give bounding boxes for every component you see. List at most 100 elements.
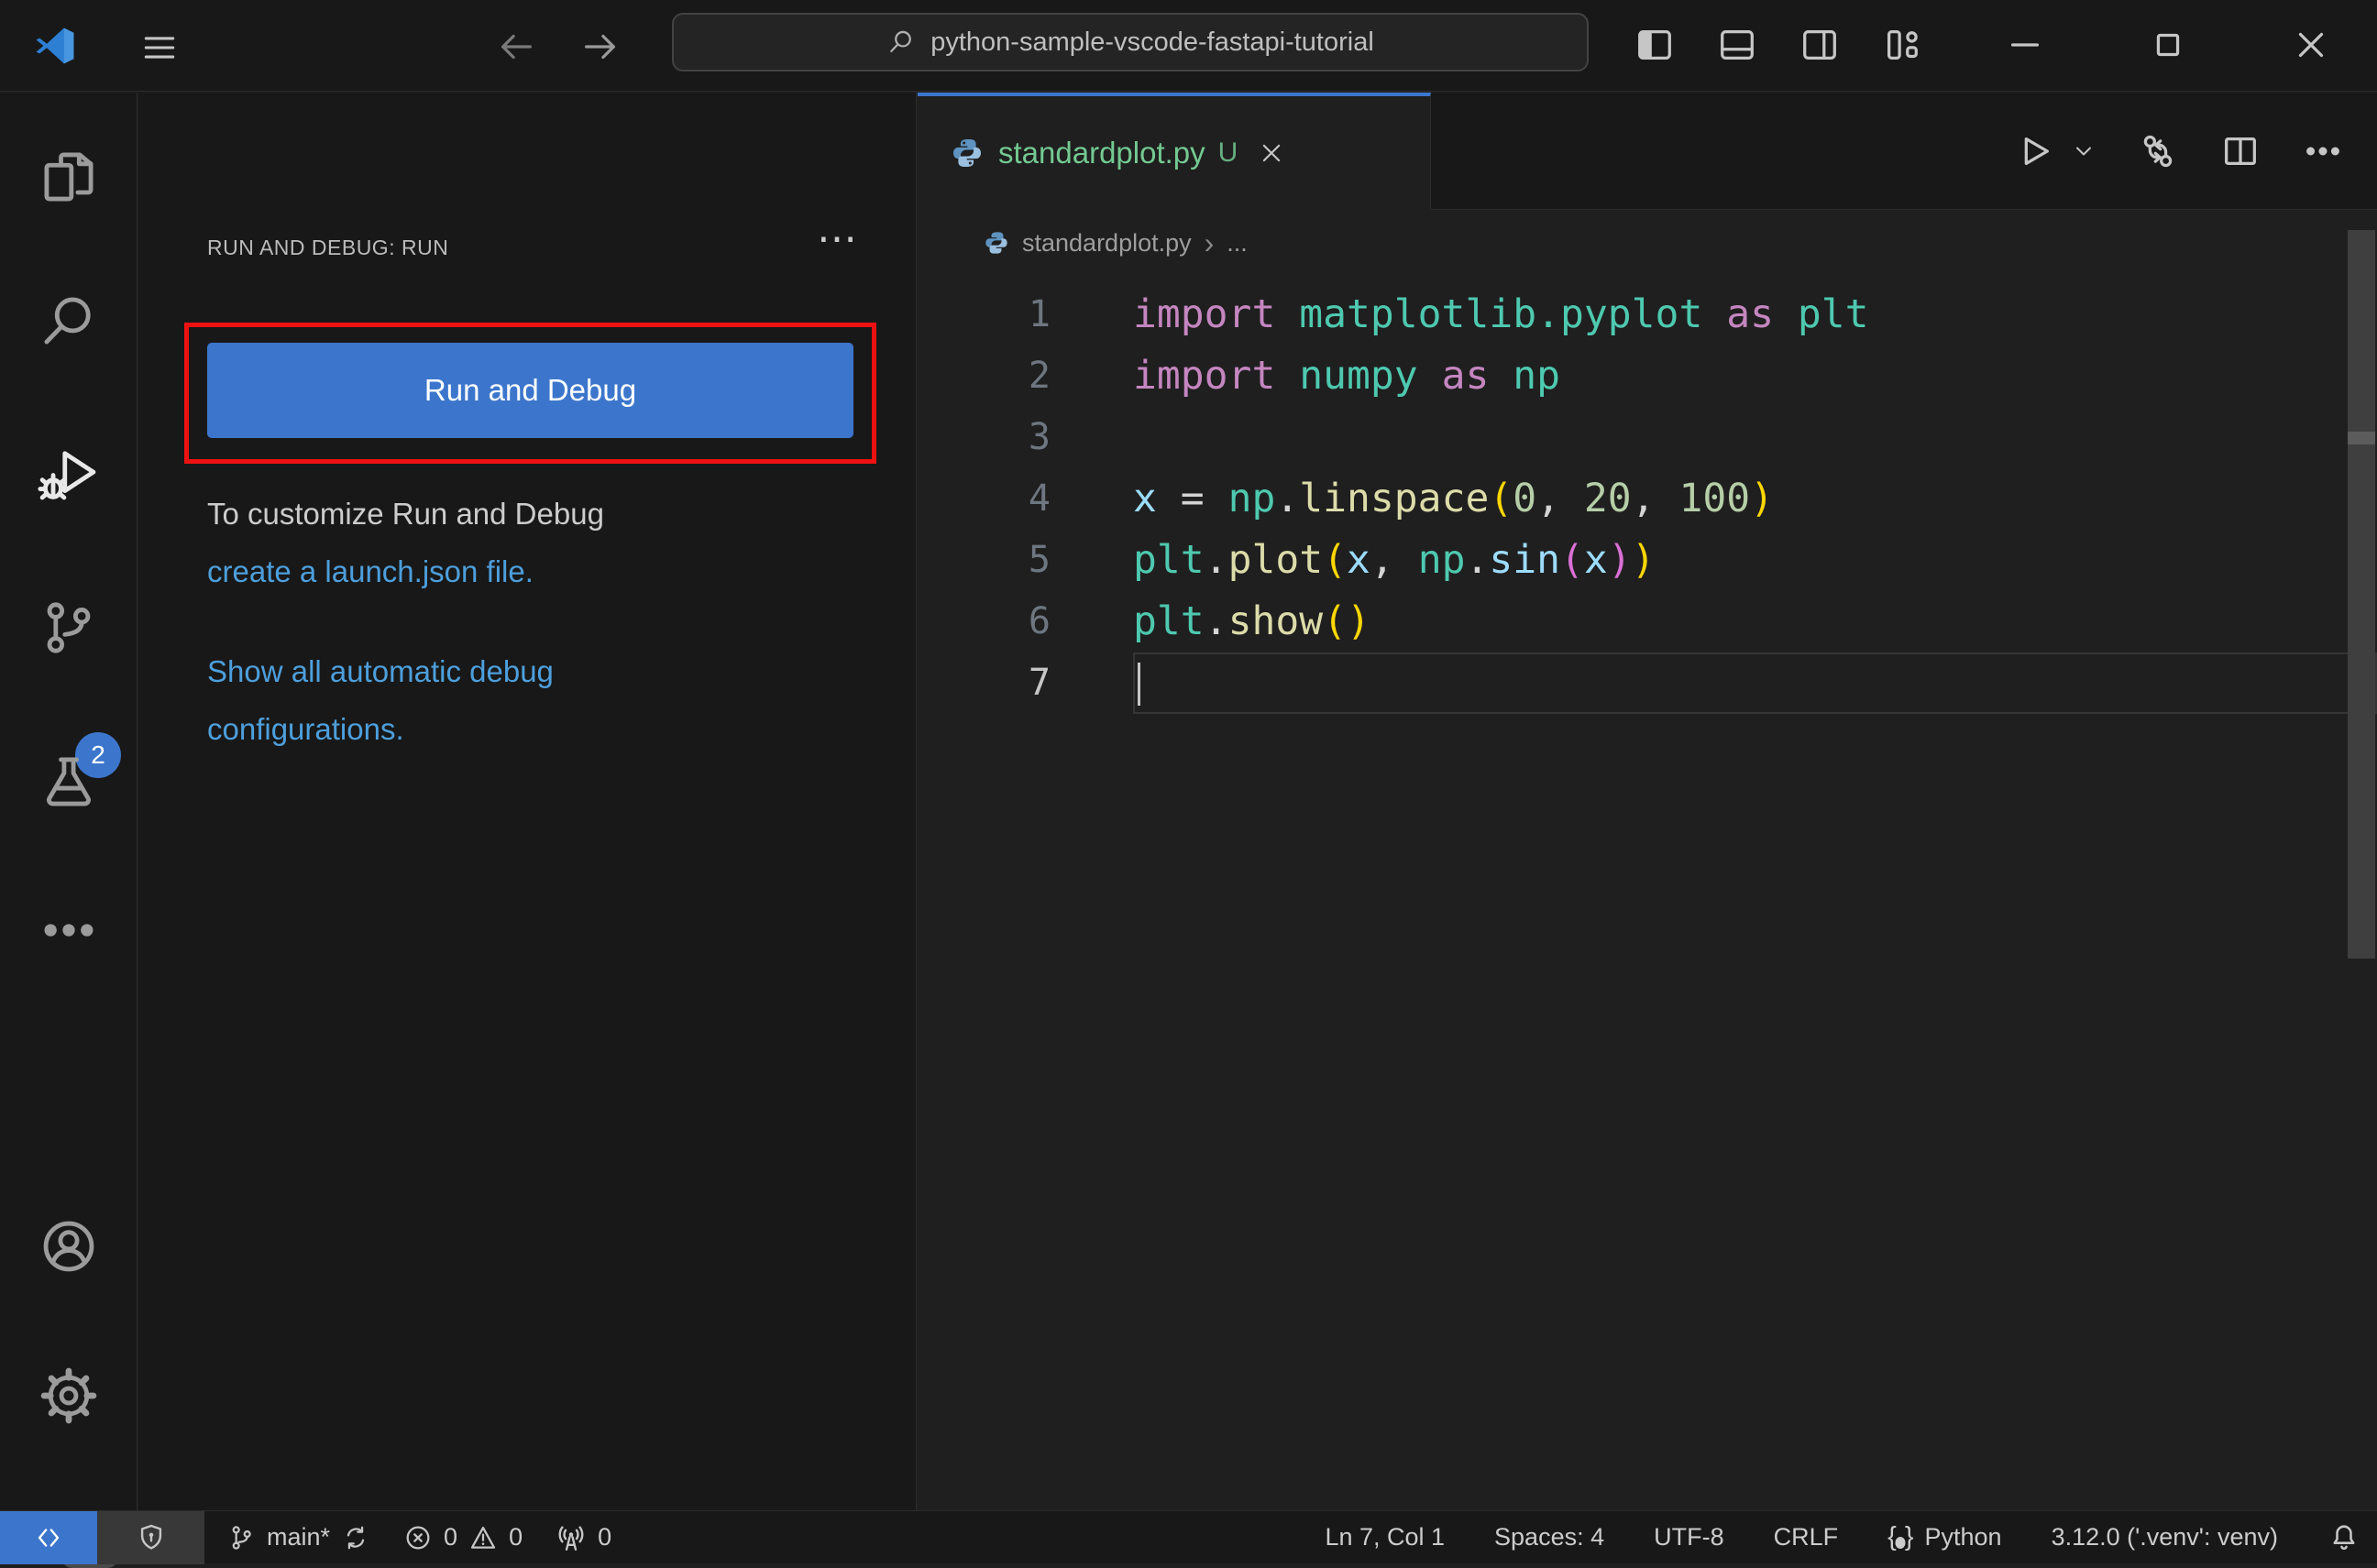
line-number: 5: [918, 530, 1051, 591]
code-text: plt.plot(x, np.sin(x)): [1133, 530, 2377, 591]
forward-arrow-icon[interactable]: [579, 26, 622, 68]
editor-toolbar: [1431, 93, 2377, 210]
python-interpreter-item[interactable]: 3.12.0 ('.venv': venv): [2052, 1511, 2278, 1564]
line-number: 3: [918, 407, 1051, 468]
breadcrumb-file[interactable]: standardplot.py: [1022, 229, 1192, 258]
breadcrumb-more[interactable]: ...: [1227, 229, 1248, 258]
show-all-paragraph: Show all automatic debug configurations.: [207, 642, 554, 758]
language-status-icon: {}: [1887, 1522, 1913, 1552]
code-text: x = np.linspace(0, 20, 100): [1133, 468, 2377, 530]
encoding-item[interactable]: UTF-8: [1654, 1511, 1724, 1564]
run-dropdown-chevron-icon[interactable]: [2071, 138, 2096, 164]
open-changes-icon[interactable]: [2137, 130, 2179, 172]
customize-text: To customize Run and Debug: [207, 485, 604, 543]
problems-item[interactable]: 0 0: [403, 1511, 523, 1564]
show-all-configs-link-line2[interactable]: configurations.: [207, 700, 554, 758]
git-branch-icon: [226, 1523, 256, 1552]
account-icon[interactable]: [38, 1215, 100, 1277]
code-text: plt.show(): [1133, 591, 2377, 652]
split-editor-icon[interactable]: [2219, 130, 2261, 172]
editor-group: standardplot.py U: [918, 93, 2377, 1510]
code-line[interactable]: 5 plt.plot(x, np.sin(x)): [918, 530, 2377, 591]
python-file-icon: [951, 137, 984, 170]
tab-close-icon[interactable]: [1258, 139, 1285, 167]
launch-json-link[interactable]: create a launch.json file.: [207, 543, 604, 600]
search-value: python-sample-vscode-fastapi-tutorial: [930, 27, 1374, 58]
activity-bar: 2 BR: [0, 93, 138, 1510]
tab-standardplot[interactable]: standardplot.py U: [918, 93, 1431, 210]
code-text: import numpy as np: [1133, 345, 2377, 407]
workspace-trust-item[interactable]: [97, 1511, 204, 1564]
cursor-position-item[interactable]: Ln 7, Col 1: [1325, 1511, 1445, 1564]
explorer-icon[interactable]: [38, 146, 100, 208]
vscode-logo-icon: [33, 24, 77, 68]
run-python-file-icon[interactable]: [2012, 130, 2054, 172]
code-line[interactable]: 4 x = np.linspace(0, 20, 100): [918, 468, 2377, 530]
code-line[interactable]: 7: [918, 652, 2377, 714]
close-window-icon[interactable]: [2290, 24, 2332, 66]
errors-count: 0: [444, 1523, 457, 1552]
show-all-configs-link-line1[interactable]: Show all automatic debug: [207, 642, 554, 700]
code-text: [1133, 407, 2377, 468]
code-text: import matplotlib.pyplot as plt: [1133, 284, 2377, 345]
errors-icon: [403, 1523, 433, 1552]
search-input[interactable]: python-sample-vscode-fastapi-tutorial: [672, 13, 1589, 71]
eol-item[interactable]: CRLF: [1774, 1511, 1839, 1564]
views-more-actions-icon[interactable]: ⋯: [817, 219, 857, 259]
code-text: [1133, 652, 2377, 714]
language-mode-item[interactable]: {} Python: [1887, 1511, 2001, 1564]
minimize-icon[interactable]: [2004, 24, 2046, 66]
shield-icon: [136, 1522, 167, 1553]
run-and-debug-button[interactable]: Run and Debug: [207, 343, 853, 438]
customize-paragraph: To customize Run and Debug create a laun…: [207, 485, 604, 600]
remote-indicator[interactable]: [0, 1511, 97, 1564]
ports-item[interactable]: 0: [556, 1511, 611, 1564]
text-cursor: [1138, 663, 1140, 706]
sync-icon: [341, 1523, 370, 1552]
toggle-panel-icon[interactable]: [1716, 24, 1758, 66]
ports-count: 0: [598, 1523, 611, 1552]
notifications-bell-icon[interactable]: [2327, 1521, 2360, 1554]
code-lines: 1import matplotlib.pyplot as plt2 import …: [918, 284, 2377, 714]
code-line[interactable]: 2 import numpy as np: [918, 345, 2377, 407]
warnings-count: 0: [509, 1523, 523, 1552]
settings-gear-icon[interactable]: [38, 1365, 100, 1427]
line-number: 2: [918, 345, 1051, 407]
warnings-icon: [468, 1523, 498, 1552]
search-icon: [886, 27, 916, 57]
run-debug-sidebar: RUN AND DEBUG: RUN ⋯ Run and Debug To cu…: [138, 93, 917, 1510]
customize-layout-icon[interactable]: [1881, 24, 1923, 66]
menu-icon[interactable]: [139, 27, 180, 68]
search-sidebar-icon[interactable]: [38, 291, 100, 353]
branch-item[interactable]: main*: [226, 1511, 370, 1564]
back-arrow-icon[interactable]: [495, 26, 537, 68]
radio-tower-icon: [556, 1522, 587, 1553]
testing-icon[interactable]: [38, 751, 100, 813]
code-line[interactable]: 1import matplotlib.pyplot as plt: [918, 284, 2377, 345]
title-bar: python-sample-vscode-fastapi-tutorial: [0, 0, 2377, 92]
run-and-debug-icon[interactable]: [38, 444, 100, 506]
line-number: 6: [918, 591, 1051, 652]
editor-more-actions-icon[interactable]: [2302, 130, 2344, 172]
breadcrumb[interactable]: standardplot.py › ...: [918, 210, 2377, 276]
more-views-icon[interactable]: [38, 899, 100, 961]
code-line[interactable]: 3: [918, 407, 2377, 468]
source-control-icon[interactable]: [38, 597, 100, 659]
sidebar-title: RUN AND DEBUG: RUN: [207, 236, 448, 260]
branch-name: main*: [267, 1523, 330, 1552]
tab-modified-badge: U: [1218, 137, 1238, 169]
overview-ruler-marker: [2348, 432, 2375, 444]
code-area[interactable]: 1import matplotlib.pyplot as plt2 import …: [918, 276, 2377, 1510]
breadcrumb-separator-icon: ›: [1205, 226, 1215, 260]
toggle-secondary-sidebar-icon[interactable]: [1799, 24, 1841, 66]
indentation-item[interactable]: Spaces: 4: [1494, 1511, 1604, 1564]
maximize-icon[interactable]: [2147, 24, 2189, 66]
code-line[interactable]: 6 plt.show(): [918, 591, 2377, 652]
status-bar: main* 0 0 0 Ln 7,: [0, 1510, 2377, 1563]
line-number: 7: [918, 652, 1051, 714]
toggle-primary-sidebar-icon[interactable]: [1634, 24, 1676, 66]
editor-scrollbar[interactable]: [2348, 230, 2375, 959]
tab-bar: standardplot.py U: [918, 93, 2377, 210]
line-number: 4: [918, 468, 1051, 530]
remote-icon: [33, 1522, 64, 1553]
